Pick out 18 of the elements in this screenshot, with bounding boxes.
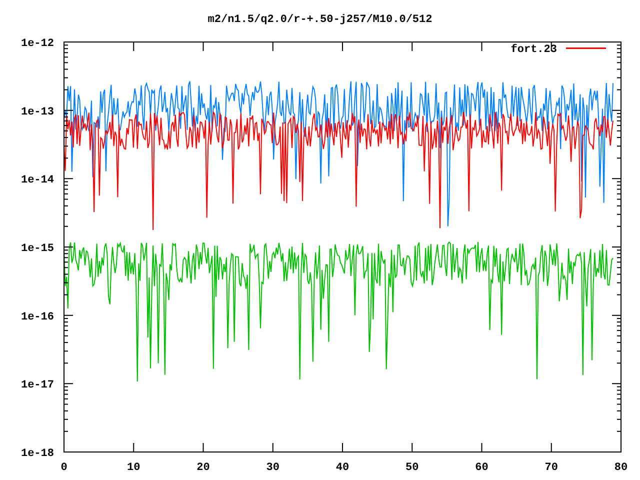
chart-title: m2/n1.5/q2.0/r-+.50-j257/M10.0/512 [208, 14, 432, 26]
tick-label: 1e-12 [20, 38, 54, 50]
tick-label: 1e-15 [20, 243, 54, 255]
legend-label: fort.23 [510, 44, 557, 56]
tick-label: 1e-18 [20, 448, 54, 460]
tick-label: 1e-16 [20, 311, 54, 324]
tick-label: 70 [544, 462, 558, 474]
tick-label: 80 [614, 462, 628, 474]
tick-label: 20 [196, 462, 210, 474]
tick-label: 1e-13 [20, 106, 54, 118]
tick-label: 1e-17 [20, 380, 54, 392]
tick-label: 10 [127, 462, 140, 474]
tick-label: 50 [406, 462, 419, 474]
tick-label: 0 [60, 462, 68, 474]
tick-label: 60 [475, 462, 488, 474]
tick-label: 1e-14 [20, 174, 54, 187]
tick-label: 40 [336, 462, 350, 474]
tick-label: 30 [266, 462, 280, 474]
